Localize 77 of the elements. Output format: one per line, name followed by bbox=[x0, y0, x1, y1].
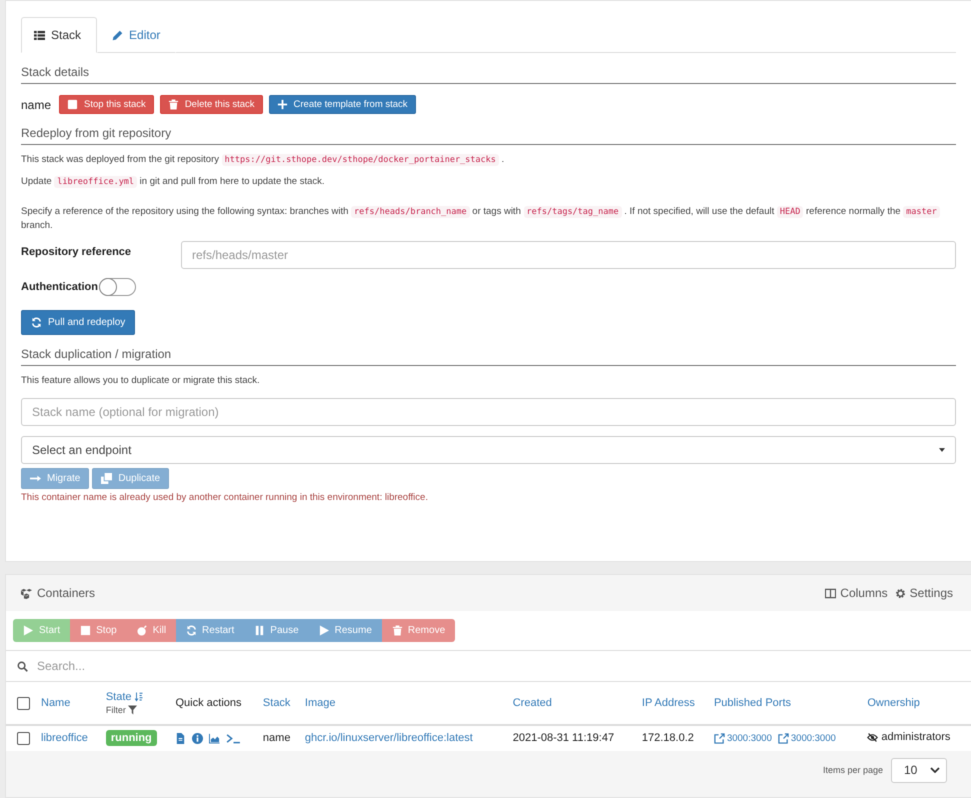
chevron-down-icon bbox=[930, 767, 940, 773]
column-header[interactable]: Stack bbox=[262, 697, 290, 709]
panel-title: Containers bbox=[37, 586, 96, 600]
cubes-icon bbox=[21, 588, 32, 598]
section-heading: Stack duplication / migration bbox=[21, 347, 956, 366]
sort-icon bbox=[134, 692, 144, 702]
refresh-icon bbox=[31, 317, 42, 328]
section-heading: Stack details bbox=[21, 65, 956, 84]
help-text: This stack was deployed from the git repository https://git.sthope.dev/sthope/docker_portainer_stacks . bbox=[21, 153, 506, 167]
select-all-checkbox[interactable] bbox=[17, 696, 30, 710]
arrow-icon bbox=[30, 473, 41, 484]
settings-link[interactable]: Settings bbox=[894, 586, 953, 600]
eye-slash-icon bbox=[867, 732, 878, 742]
tab[interactable]: Editor bbox=[97, 17, 176, 53]
help-text: This feature allows you to duplicate or migrate this stack. bbox=[21, 374, 261, 388]
ownership-cell: administrators bbox=[867, 731, 950, 743]
stack-name: name bbox=[21, 98, 52, 112]
field-label: Repository reference bbox=[21, 245, 132, 258]
filter-link[interactable]: Filter bbox=[106, 705, 168, 715]
stack-action-button[interactable]: Stop this stack bbox=[59, 95, 154, 114]
error-message: This container name is already used by another container running in this environment: libreoffice. bbox=[21, 492, 429, 503]
external-link-icon bbox=[778, 732, 789, 744]
trash-icon bbox=[168, 99, 179, 110]
authentication-toggle[interactable] bbox=[99, 278, 136, 296]
port-link[interactable]: 3000:3000 bbox=[714, 732, 772, 744]
plus-icon bbox=[276, 99, 288, 110]
columns-icon bbox=[825, 588, 836, 598]
stack-name-input[interactable]: Stack name (optional for migration) bbox=[21, 398, 956, 426]
tab[interactable]: Stack bbox=[21, 17, 98, 53]
columns-link[interactable]: Columns bbox=[825, 586, 888, 600]
pencil-icon bbox=[112, 30, 124, 40]
stop-icon bbox=[80, 625, 92, 636]
help-text: Update libreoffice.yml in git and pull from here to update the stack. bbox=[21, 175, 326, 189]
filter-icon bbox=[128, 705, 137, 715]
image-link[interactable]: ghcr.io/linuxserver/libreoffice:latest bbox=[304, 732, 473, 744]
stack-cell: name bbox=[262, 732, 290, 744]
endpoint-select[interactable]: Select an endpoint bbox=[21, 436, 956, 464]
trash-icon bbox=[392, 625, 403, 636]
search-input[interactable]: Search... bbox=[6, 651, 971, 682]
column-header[interactable]: State bbox=[106, 691, 144, 703]
file-icon[interactable] bbox=[175, 732, 186, 744]
page-size-select[interactable]: 10 bbox=[891, 758, 947, 782]
bomb-icon bbox=[136, 625, 148, 636]
ip-cell: 172.18.0.2 bbox=[642, 732, 694, 744]
play-icon bbox=[318, 625, 330, 636]
column-header[interactable]: Ownership bbox=[867, 697, 920, 709]
pull-redeploy-button[interactable]: Pull and redeploy bbox=[21, 310, 136, 335]
column-header[interactable]: Created bbox=[512, 697, 552, 709]
copy-icon bbox=[101, 473, 112, 484]
items-per-page-label: Items per page bbox=[822, 765, 883, 775]
list-icon bbox=[34, 30, 45, 40]
column-header[interactable]: Name bbox=[41, 697, 70, 709]
status-badge: running bbox=[106, 730, 157, 746]
field-label: Authentication bbox=[21, 281, 98, 293]
external-link-icon bbox=[714, 732, 725, 744]
row-checkbox[interactable] bbox=[17, 732, 30, 745]
column-header[interactable]: Published Ports bbox=[714, 697, 791, 709]
column-header: Quick actions bbox=[175, 697, 242, 709]
help-text: Specify a reference of the repository using the following syntax: branches with refs/heads/branch_name or tags with refs/tags/tag_name . If not specified, will use the default HEAD reference normally the master branch. bbox=[21, 205, 956, 233]
settings-icon bbox=[894, 588, 906, 598]
stop-icon bbox=[67, 99, 78, 110]
pause-icon bbox=[254, 625, 266, 636]
caret-icon bbox=[939, 448, 945, 452]
terminal-icon[interactable] bbox=[226, 732, 242, 744]
stack-action-button[interactable]: Delete this stack bbox=[160, 95, 263, 114]
stack-action-button[interactable]: Create template from stack bbox=[268, 95, 416, 114]
play-icon bbox=[23, 625, 34, 636]
refresh-icon bbox=[186, 625, 198, 636]
column-header[interactable]: IP Address bbox=[642, 697, 695, 709]
chart-icon[interactable] bbox=[209, 732, 220, 744]
info-icon[interactable] bbox=[192, 732, 204, 744]
created-cell: 2021-08-31 11:19:47 bbox=[512, 732, 614, 744]
port-link[interactable]: 3000:3000 bbox=[778, 732, 836, 744]
reference-input[interactable]: refs/heads/master bbox=[181, 241, 956, 269]
column-header[interactable]: Image bbox=[304, 697, 336, 709]
section-heading: Redeploy from git repository bbox=[21, 126, 956, 145]
container-name-link[interactable]: libreoffice bbox=[41, 732, 88, 744]
